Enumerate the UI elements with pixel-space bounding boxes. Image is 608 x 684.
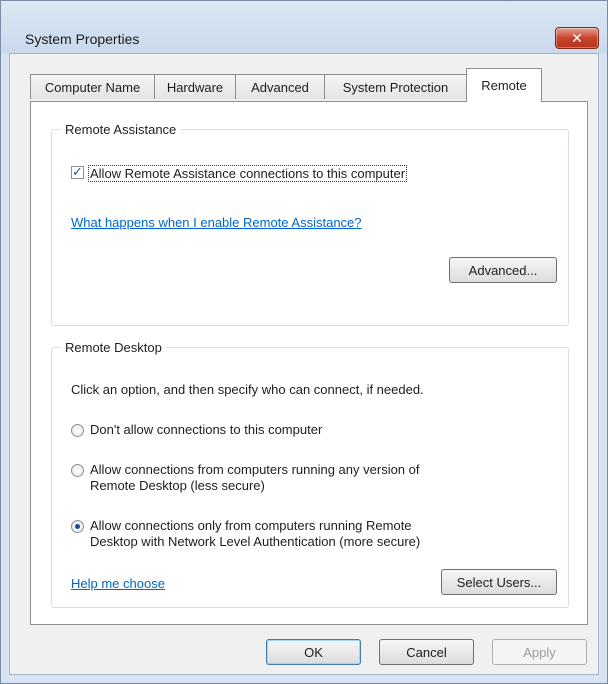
select-users-button[interactable]: Select Users... [441,569,557,595]
remote-assistance-group-label: Remote Assistance [65,122,177,137]
tab-label: Computer Name [44,79,141,95]
close-button[interactable]: ✕ [555,27,599,49]
title-bar[interactable]: System Properties ✕ [1,1,607,53]
help-me-choose-link[interactable]: Help me choose [71,576,165,591]
allow-remote-assistance-row[interactable]: ✓ Allow Remote Assistance connections to… [71,164,408,182]
tab-hardware[interactable]: Hardware [154,74,236,99]
tab-system-protection[interactable]: System Protection [324,74,467,99]
tab-label: System Protection [342,79,449,95]
tab-strip: Computer Name Hardware Advanced System P… [30,68,588,102]
ok-button[interactable]: OK [266,639,361,665]
radio-label: Allow connections from computers running… [90,462,420,494]
radio-option-dont-allow[interactable]: Don't allow connections to this computer [71,422,322,438]
system-properties-window: System Properties ✕ Computer Name Hardwa… [0,0,608,684]
radio-label-line: Allow connections from computers running… [90,462,420,477]
dialog-client-area: Computer Name Hardware Advanced System P… [9,53,599,675]
tab-label: Advanced [251,79,309,95]
radio-button[interactable] [71,424,84,437]
allow-remote-assistance-checkbox[interactable]: ✓ [71,164,84,179]
radio-option-any-version[interactable]: Allow connections from computers running… [71,462,420,494]
tab-label: Hardware [166,79,224,95]
tab-computer-name[interactable]: Computer Name [30,74,155,99]
remote-tab-panel: Remote Assistance ✓ Allow Remote Assista… [30,101,588,625]
tab-remote[interactable]: Remote [466,68,542,102]
radio-option-nla-only[interactable]: Allow connections only from computers ru… [71,518,420,550]
radio-label-line: Allow connections only from computers ru… [90,518,412,533]
radio-label: Don't allow connections to this computer [90,422,322,438]
close-icon: ✕ [571,29,583,46]
radio-label-line: Don't allow connections to this computer [90,422,323,437]
checkmark-icon: ✓ [72,164,83,179]
allow-remote-assistance-label[interactable]: Allow Remote Assistance connections to t… [88,165,408,182]
tab-label: Remote [481,78,527,93]
remote-desktop-instruction: Click an option, and then specify who ca… [71,382,424,397]
radio-label-line: Desktop with Network Level Authenticatio… [90,534,421,549]
radio-button-selected[interactable] [71,520,84,533]
advanced-button[interactable]: Advanced... [449,257,557,283]
radio-button[interactable] [71,464,84,477]
tab-advanced[interactable]: Advanced [235,74,325,99]
remote-desktop-group-label: Remote Desktop [65,340,162,355]
remote-assistance-help-link[interactable]: What happens when I enable Remote Assist… [71,215,362,230]
apply-button[interactable]: Apply [492,639,587,665]
cancel-button[interactable]: Cancel [379,639,474,665]
radio-label: Allow connections only from computers ru… [90,518,420,550]
radio-label-line: Remote Desktop (less secure) [90,478,265,493]
window-title: System Properties [25,31,140,47]
